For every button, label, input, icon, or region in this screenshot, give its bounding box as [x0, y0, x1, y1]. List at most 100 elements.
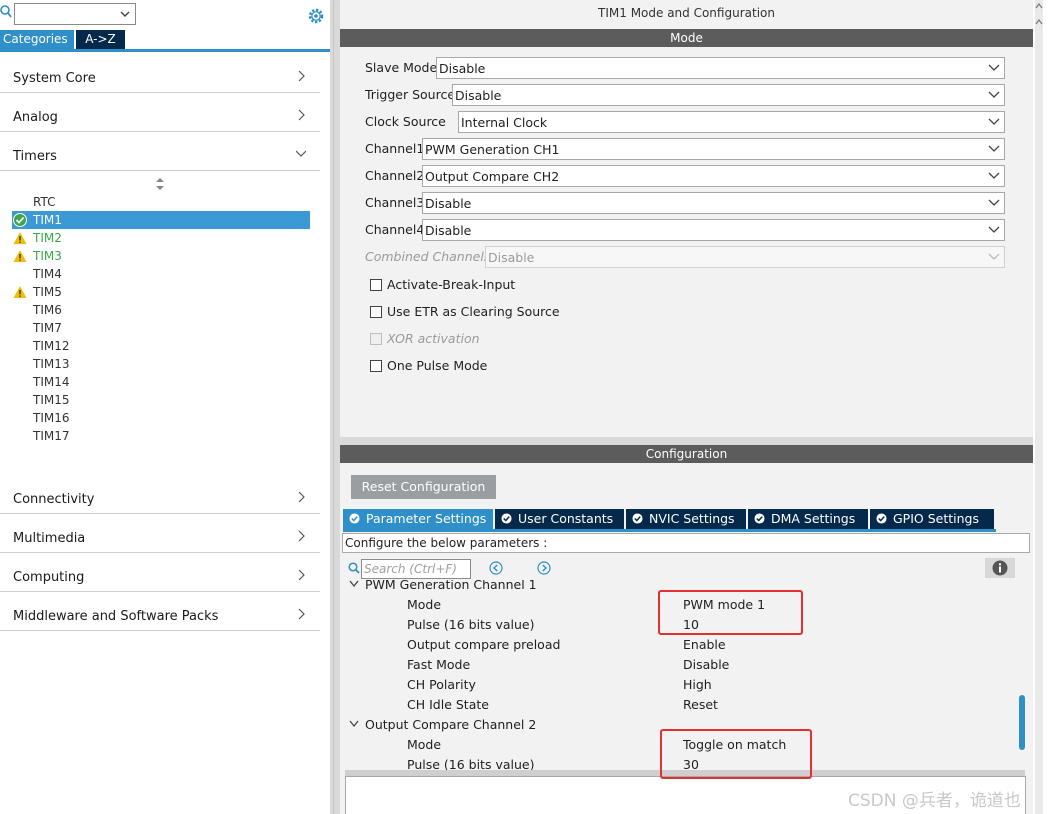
slave-mode-select[interactable]: Disable: [436, 57, 1005, 79]
tab-a-z[interactable]: A->Z: [76, 30, 125, 49]
channel4-select[interactable]: Disable: [422, 219, 1005, 241]
combined-channels-select: Disable: [485, 246, 1005, 268]
param-row-ch1-polarity[interactable]: CH Polarity High: [343, 674, 1019, 694]
chevron-right-icon: [298, 70, 305, 82]
list-item-tim4[interactable]: TIM4: [12, 265, 310, 283]
category-label: System Core: [13, 71, 96, 86]
next-match-icon[interactable]: [537, 561, 551, 575]
list-item-tim2[interactable]: TIM2: [12, 229, 310, 247]
channel3-select[interactable]: Disable: [422, 192, 1005, 214]
category-analog[interactable]: Analog: [0, 93, 320, 132]
list-item-tim14[interactable]: TIM14: [12, 373, 310, 391]
chevron-right-icon: [298, 608, 305, 620]
param-row-ch1-idle-state[interactable]: CH Idle State Reset: [343, 694, 1019, 714]
panel-splitter[interactable]: [330, 0, 340, 814]
configuration-panel: Configuration Reset Configuration Parame…: [340, 445, 1033, 814]
checkbox-box[interactable]: [370, 279, 382, 291]
tab-label: GPIO Settings: [893, 511, 979, 526]
category-computing[interactable]: Computing: [0, 553, 320, 592]
category-label: Middleware and Software Packs: [13, 609, 219, 624]
chevron-right-icon: [298, 530, 305, 542]
category-connectivity[interactable]: Connectivity: [0, 475, 320, 514]
field-label: Channel2: [365, 168, 425, 183]
parameter-search-input[interactable]: Search (Ctrl+F): [361, 559, 471, 579]
tab-nvic-settings[interactable]: NVIC Settings: [626, 509, 746, 529]
category-middleware[interactable]: Middleware and Software Packs: [0, 592, 320, 631]
horizontal-splitter[interactable]: [340, 437, 1033, 445]
scrollbar-thumb[interactable]: [1019, 695, 1025, 750]
gear-icon[interactable]: [306, 6, 326, 26]
chevron-up-icon[interactable]: [1035, 18, 1043, 26]
list-item-tim15[interactable]: TIM15: [12, 391, 310, 409]
tab-categories[interactable]: Categories: [0, 30, 74, 49]
channel1-select[interactable]: PWM Generation CH1: [422, 138, 1005, 160]
parameter-vertical-scrollbar[interactable]: [1018, 583, 1026, 773]
list-item-tim1[interactable]: TIM1: [12, 211, 310, 229]
watermark: CSDN @兵者，诡道也: [848, 791, 1021, 811]
group-label: PWM Generation Channel 1: [365, 580, 537, 592]
list-item-tim6[interactable]: TIM6: [12, 301, 310, 319]
param-name: Output compare preload: [407, 637, 561, 652]
list-item-tim7[interactable]: TIM7: [12, 319, 310, 337]
category-multimedia[interactable]: Multimedia: [0, 514, 320, 553]
check-circle-icon: [13, 213, 27, 227]
sort-icon[interactable]: [155, 178, 165, 190]
trigger-source-select[interactable]: Disable: [452, 84, 1005, 106]
checkbox-box: [370, 333, 382, 345]
chevron-down-icon: [988, 226, 1000, 233]
param-value[interactable]: Enable: [683, 637, 726, 652]
field-combined-channels: Combined Channels Disable: [365, 246, 1005, 268]
select-value: Disable: [439, 61, 486, 76]
field-channel4: Channel4 Disable: [365, 219, 1005, 241]
select-value: Disable: [425, 223, 472, 238]
list-item-tim5[interactable]: TIM5: [12, 283, 310, 301]
param-row-ch1-preload[interactable]: Output compare preload Enable: [343, 634, 1019, 654]
list-item-rtc[interactable]: RTC: [12, 193, 310, 211]
category-system-core[interactable]: System Core: [0, 54, 320, 93]
param-value[interactable]: Disable: [683, 657, 729, 672]
param-value[interactable]: High: [683, 677, 712, 692]
checkbox-box[interactable]: [370, 360, 382, 372]
list-item-tim16[interactable]: TIM16: [12, 409, 310, 427]
list-item-label: TIM4: [33, 267, 62, 281]
category-timers[interactable]: Timers: [0, 132, 320, 171]
list-item-label: TIM3: [33, 249, 62, 263]
clock-source-select[interactable]: Internal Clock: [458, 111, 1005, 133]
tab-user-constants[interactable]: User Constants: [495, 509, 624, 529]
list-item-label: TIM17: [33, 429, 70, 443]
channel2-select[interactable]: Output Compare CH2: [422, 165, 1005, 187]
check-circle-icon: [349, 513, 360, 524]
scrollbar-track[interactable]: [1035, 0, 1043, 814]
category-search-combo[interactable]: [14, 3, 136, 25]
list-item-tim17[interactable]: TIM17: [12, 427, 310, 445]
list-item-tim13[interactable]: TIM13: [12, 355, 310, 373]
field-label: Channel4: [365, 222, 425, 237]
param-row-ch1-fast-mode[interactable]: Fast Mode Disable: [343, 654, 1019, 674]
field-channel3: Channel3 Disable: [365, 192, 1005, 214]
category-label: Timers: [13, 149, 57, 164]
info-button[interactable]: [985, 558, 1015, 578]
list-item-tim3[interactable]: TIM3: [12, 247, 310, 265]
chevron-up-icon[interactable]: [1035, 2, 1043, 10]
tab-gpio-settings[interactable]: GPIO Settings: [870, 509, 994, 529]
previous-match-icon[interactable]: [489, 561, 503, 575]
right-scrollbar[interactable]: [1033, 0, 1055, 814]
checkbox-label: XOR activation: [387, 331, 480, 346]
reset-configuration-button[interactable]: Reset Configuration: [351, 475, 496, 499]
chevron-down-icon: [988, 118, 1000, 125]
config-tabs: Parameter Settings User Constants NVIC S…: [343, 509, 996, 529]
list-item-label: TIM6: [33, 303, 62, 317]
warning-icon: [13, 232, 27, 244]
field-label: Trigger Source: [365, 87, 456, 102]
select-value: Disable: [455, 88, 502, 103]
param-value[interactable]: Reset: [683, 697, 718, 712]
checkbox-box[interactable]: [370, 306, 382, 318]
list-item-tim12[interactable]: TIM12: [12, 337, 310, 355]
tab-parameter-settings[interactable]: Parameter Settings: [343, 509, 493, 529]
tab-dma-settings[interactable]: DMA Settings: [748, 509, 868, 529]
search-icon: [0, 5, 12, 18]
chevron-down-icon: [296, 150, 306, 157]
select-value: Disable: [425, 196, 472, 211]
check-circle-icon: [632, 513, 643, 524]
mode-panel: TIM1 Mode and Configuration Mode Slave M…: [340, 0, 1033, 437]
